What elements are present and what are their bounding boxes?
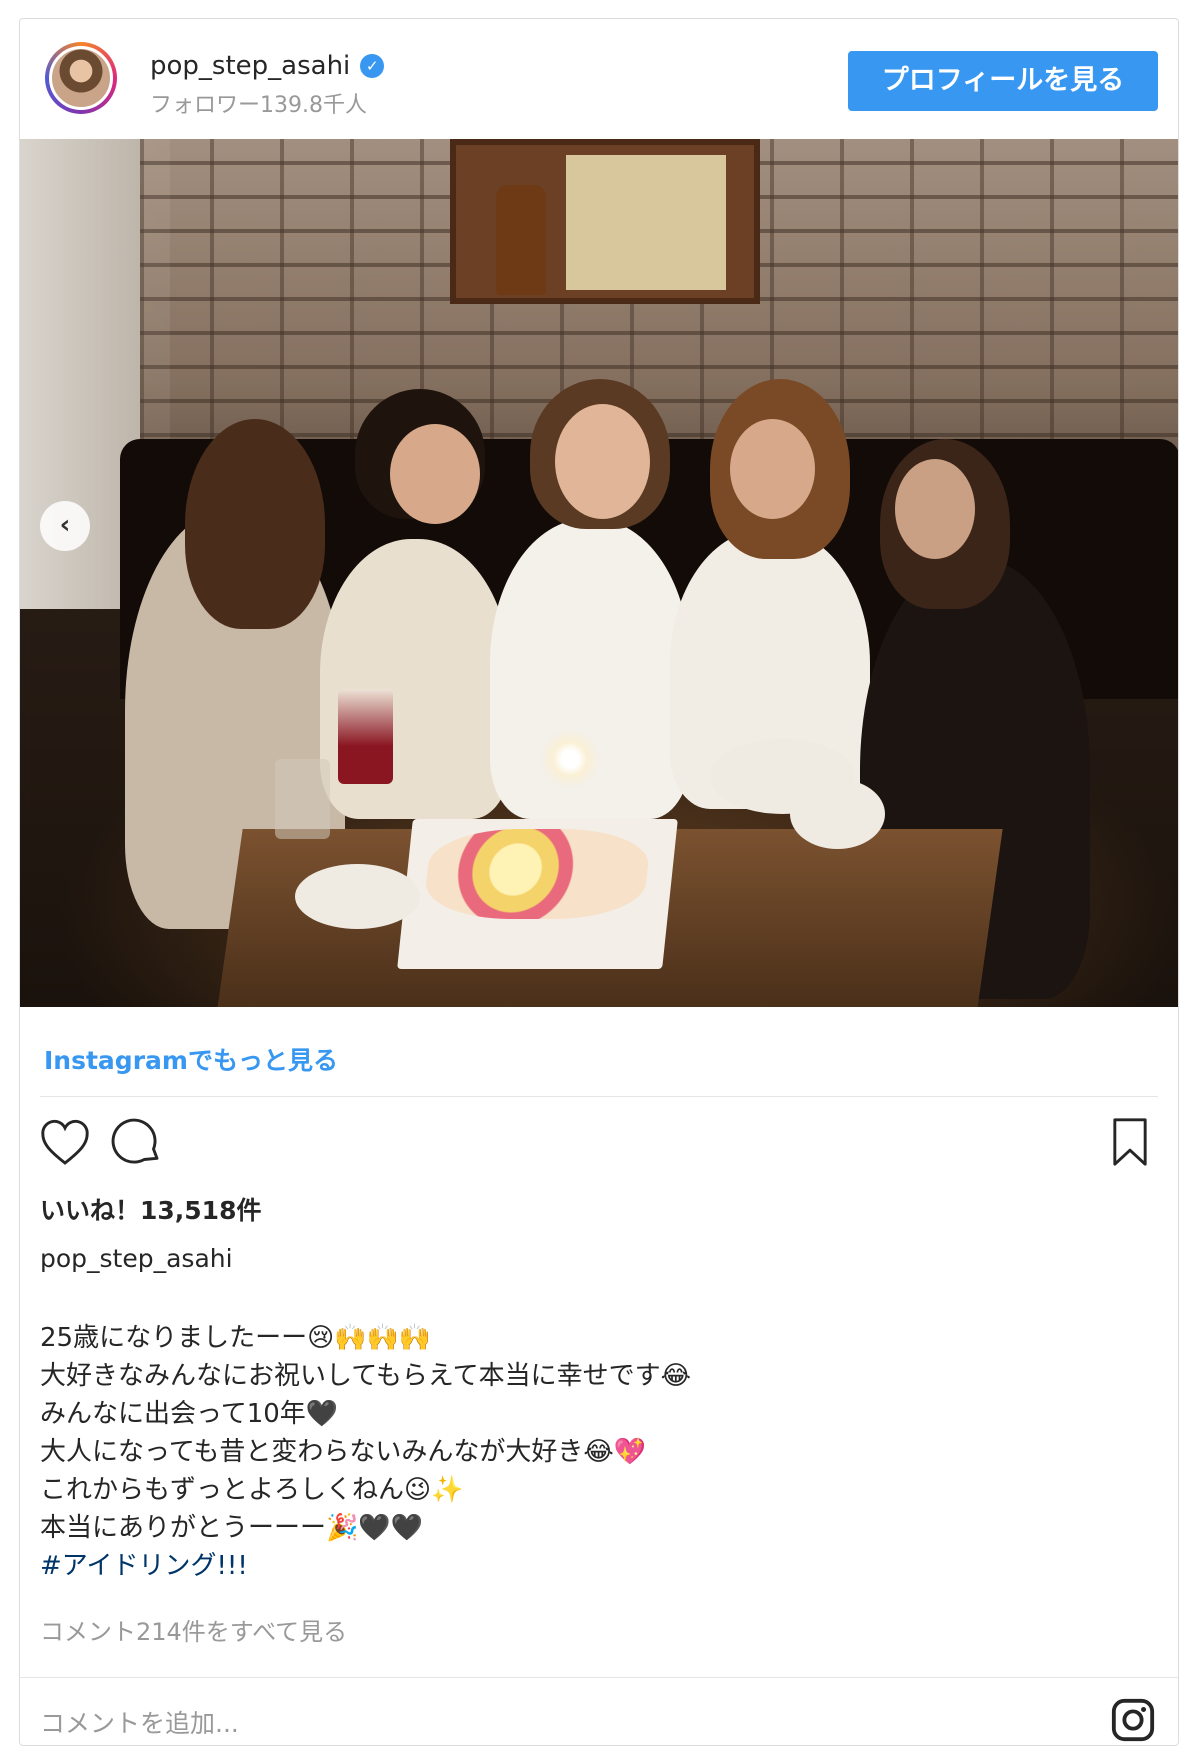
bookmark-icon[interactable] xyxy=(1102,1114,1158,1170)
caption-text: 25歳になりましたーー😢🙌🙌🙌 大好きなみんなにお祝いしてもらえて本当に幸せです… xyxy=(40,1319,1140,1585)
photo-person-1-hair xyxy=(185,419,325,629)
caption-line: 大好きなみんなにお祝いしてもらえて本当に幸せです😂 xyxy=(40,1361,692,1391)
instagram-logo-icon[interactable] xyxy=(1110,1697,1156,1743)
photo-cup-left xyxy=(295,864,420,929)
photo-person-3-face xyxy=(555,404,650,519)
caption-line: 本当にありがとうーーー🎉🖤🖤 xyxy=(40,1513,424,1543)
post-photo[interactable]: ‹ xyxy=(20,139,1178,1007)
photo-cup-right xyxy=(790,779,885,849)
photo-cake-fruit xyxy=(422,829,652,919)
photo-glass-red xyxy=(338,689,393,784)
photo-glass-water xyxy=(275,759,330,839)
view-profile-button[interactable]: プロフィールを見る xyxy=(848,51,1158,111)
photo-wall-sign xyxy=(450,139,760,304)
previous-photo-button[interactable]: ‹ xyxy=(40,501,90,551)
avatar[interactable] xyxy=(45,42,117,114)
heart-icon[interactable] xyxy=(37,1114,93,1170)
photo-sparkler xyxy=(540,729,600,789)
photo-bottle xyxy=(496,185,546,295)
like-count[interactable]: いいね！13,518件 xyxy=(40,1191,261,1227)
photo-person-5-face xyxy=(895,459,975,559)
add-comment-input[interactable]: コメントを追加... xyxy=(40,1704,239,1740)
photo-person-2-face xyxy=(390,424,480,524)
instagram-embed-card: pop_step_asahi ✓ フォロワー139.8千人 プロフィールを見る xyxy=(19,18,1179,1746)
photo-birthday-cake xyxy=(397,819,678,969)
photo-person-4-face xyxy=(730,419,815,519)
section-divider xyxy=(40,1096,1158,1097)
verified-badge-icon: ✓ xyxy=(360,54,385,78)
caption-line: みんなに出会って10年🖤 xyxy=(40,1399,339,1429)
post-header: pop_step_asahi ✓ フォロワー139.8千人 プロフィールを見る xyxy=(20,19,1178,139)
more-on-instagram-link[interactable]: Instagramでもっと見る xyxy=(44,1041,338,1077)
avatar-image xyxy=(49,46,113,110)
caption-line: 25歳になりましたーー😢🙌🙌🙌 xyxy=(40,1323,432,1353)
comment-divider xyxy=(20,1677,1178,1678)
caption-line: これからもずっとよろしくねん😉✨ xyxy=(40,1475,464,1505)
photo-sign-poster xyxy=(566,155,726,290)
username-link[interactable]: pop_step_asahi xyxy=(150,51,350,81)
view-all-comments-link[interactable]: コメント214件をすべて見る xyxy=(40,1612,347,1647)
caption-line: 大人になっても昔と変わらないみんなが大好き😂💖 xyxy=(40,1437,647,1467)
follower-count: フォロワー139.8千人 xyxy=(150,93,367,118)
hashtag-link[interactable]: #アイドリング!!! xyxy=(40,1547,1140,1585)
comment-icon[interactable] xyxy=(108,1114,164,1170)
username-row: pop_step_asahi ✓ xyxy=(150,51,385,81)
caption-username[interactable]: pop_step_asahi xyxy=(40,1244,233,1273)
